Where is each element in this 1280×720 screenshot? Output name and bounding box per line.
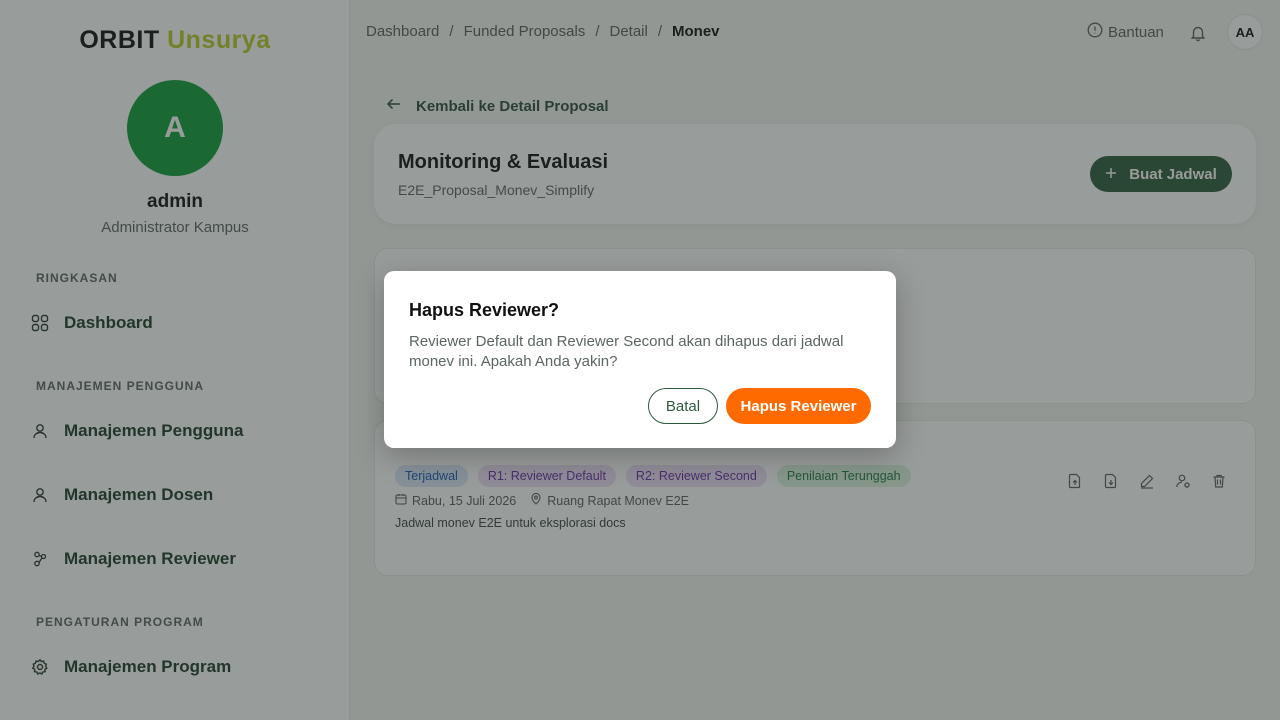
delete-reviewer-button[interactable]: Hapus Reviewer xyxy=(726,388,871,424)
dialog-title: Hapus Reviewer? xyxy=(409,300,560,320)
cancel-button[interactable]: Batal xyxy=(648,388,718,424)
confirm-delete-reviewer-dialog: Hapus Reviewer? Reviewer Default dan Rev… xyxy=(384,271,896,448)
dialog-message: Reviewer Default dan Reviewer Second aka… xyxy=(409,333,844,370)
